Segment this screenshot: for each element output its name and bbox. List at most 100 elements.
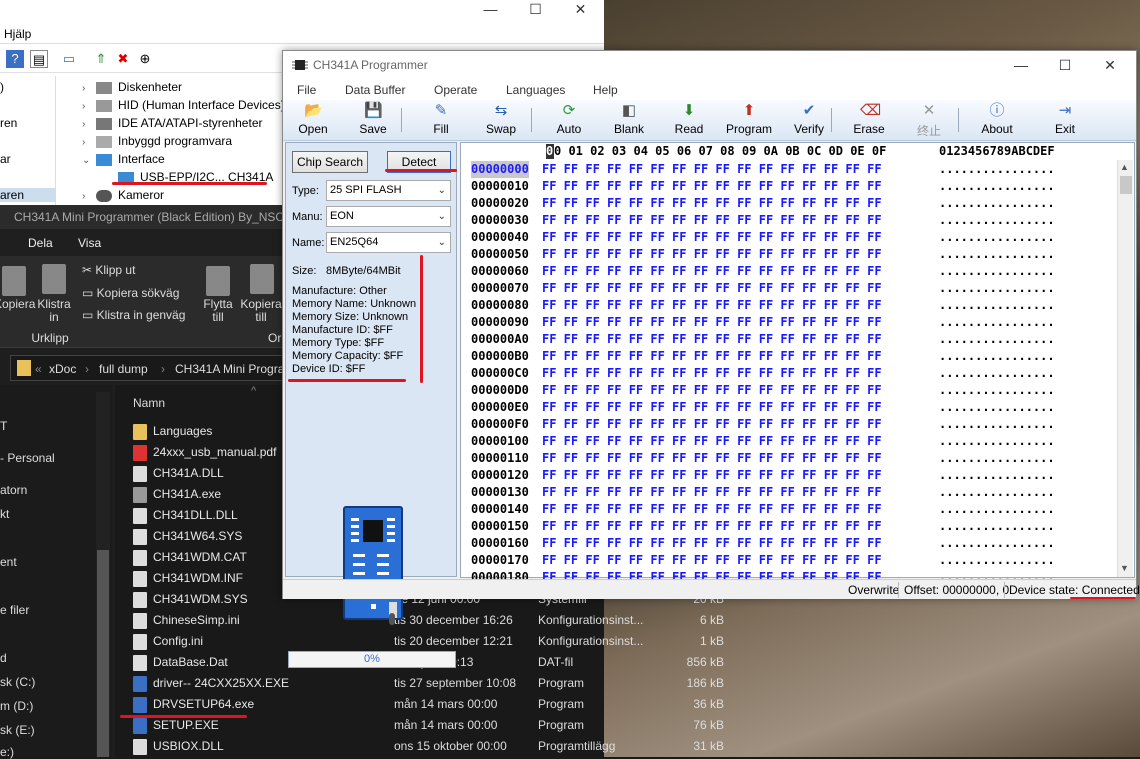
file-row[interactable]: CH341WDM.CAT [133,547,247,568]
menu-operate[interactable]: Operate [434,83,477,97]
maximize-icon[interactable]: ☐ [1043,55,1087,75]
hex-ascii[interactable]: ................ [939,331,1055,348]
menu-file[interactable]: File [297,83,316,97]
hex-bytes[interactable]: FF FF FF FF FF FF FF FF FF FF FF FF FF F… [542,433,882,450]
auto-button[interactable]: ⟳ Auto [542,100,596,140]
tree-item[interactable]: › Diskenheter [82,78,182,96]
file-row[interactable]: CH341DLL.DLL [133,505,238,526]
column-header-name[interactable]: Namn [133,396,165,410]
close-icon[interactable]: ✕ [1088,55,1132,75]
hex-ascii[interactable]: ................ [939,484,1055,501]
hex-ascii[interactable]: ................ [939,280,1055,297]
tree-item[interactable]: › IDE ATA/ATAPI-styrenheter [82,114,263,132]
swap-button[interactable]: ⇆ Swap [474,100,528,140]
nav-item[interactable]: d [0,651,7,665]
file-row[interactable]: Languages [133,421,212,442]
cut-button[interactable]: ✂ Klipp ut [82,264,135,277]
blank-button[interactable]: ◧ Blank [602,100,656,140]
nav-item[interactable]: sk (E:) [0,723,35,737]
menu-languages[interactable]: Languages [506,83,565,97]
hex-ascii[interactable]: ................ [939,450,1055,467]
tab-dela[interactable]: Dela [28,236,53,250]
open-button[interactable]: 📂 Open [286,100,340,140]
hex-ascii[interactable]: ................ [939,433,1055,450]
hex-ascii[interactable]: ................ [939,365,1055,382]
maximize-icon[interactable]: ☐ [513,0,558,18]
file-row[interactable]: DRVSETUP64.exe [133,694,254,715]
nav-item[interactable]: T [0,419,7,433]
hex-ascii[interactable]: ................ [939,212,1055,229]
exit-button[interactable]: ⇥ Exit [1038,100,1092,140]
program-button[interactable]: ⬆ Program [722,100,776,140]
socket-lever[interactable] [389,613,395,625]
hex-ascii[interactable]: ................ [939,535,1055,552]
nav-item[interactable]: ent [0,555,17,569]
hex-scrollbar[interactable]: ▲ ▼ [1117,160,1133,577]
hex-bytes[interactable]: FF FF FF FF FF FF FF FF FF FF FF FF FF F… [542,416,882,433]
hex-bytes[interactable]: FF FF FF FF FF FF FF FF FF FF FF FF FF F… [542,331,882,348]
paste-shortcut-button[interactable]: ▭ Klistra in genväg [82,309,185,322]
hex-ascii[interactable]: ................ [939,348,1055,365]
help-icon[interactable]: ? [6,50,24,68]
fill-button[interactable]: ✎ Fill [414,100,468,140]
file-row[interactable]: 24xxx_usb_manual.pdf [133,442,276,463]
file-row[interactable]: CH341W64.SYS [133,526,242,547]
file-row[interactable]: driver-- 24CXX25XX.EXE [133,673,289,694]
hex-bytes[interactable]: FF FF FF FF FF FF FF FF FF FF FF FF FF F… [542,518,882,535]
file-row[interactable]: SETUP.EXE [133,715,219,736]
hex-bytes[interactable]: FF FF FF FF FF FF FF FF FF FF FF FF FF F… [542,501,882,518]
manu-select[interactable]: EON ⌄ [326,206,451,227]
minimize-icon[interactable]: — [999,55,1043,75]
hex-bytes[interactable]: FF FF FF FF FF FF FF FF FF FF FF FF FF F… [542,484,882,501]
download-icon[interactable]: ⊕ [136,50,154,68]
breadcrumb-item[interactable]: full dump [99,362,148,376]
hex-bytes[interactable]: FF FF FF FF FF FF FF FF FF FF FF FF FF F… [542,450,882,467]
save-button[interactable]: 💾 Save [346,100,400,140]
hex-bytes[interactable]: FF FF FF FF FF FF FF FF FF FF FF FF FF F… [542,263,882,280]
hex-bytes[interactable]: FF FF FF FF FF FF FF FF FF FF FF FF FF F… [542,161,882,178]
file-row[interactable]: ChineseSimp.ini [133,610,240,631]
hex-bytes[interactable]: FF FF FF FF FF FF FF FF FF FF FF FF FF F… [542,552,882,569]
hex-ascii[interactable]: ................ [939,246,1055,263]
hex-bytes[interactable]: FF FF FF FF FF FF FF FF FF FF FF FF FF F… [542,314,882,331]
hex-ascii[interactable]: ................ [939,501,1055,518]
nav-item[interactable]: atorn [0,483,27,497]
breadcrumb-item[interactable]: xDoc [49,362,76,376]
tree-item[interactable]: › Inbyggd programvara [82,132,232,150]
hex-bytes[interactable]: FF FF FF FF FF FF FF FF FF FF FF FF FF F… [542,229,882,246]
hex-bytes[interactable]: FF FF FF FF FF FF FF FF FF FF FF FF FF F… [542,178,882,195]
menu-help[interactable]: Help [593,83,618,97]
hex-ascii[interactable]: ................ [939,178,1055,195]
address-bar[interactable]: « xDoc › full dump › CH341A Mini Progra [10,355,292,381]
hex-bytes[interactable]: FF FF FF FF FF FF FF FF FF FF FF FF FF F… [542,297,882,314]
file-row[interactable]: USBIOX.DLL [133,736,224,757]
nav-item[interactable]: - Personal [0,451,55,465]
about-button[interactable]: ⓘ About [970,100,1024,140]
hex-bytes[interactable]: FF FF FF FF FF FF FF FF FF FF FF FF FF F… [542,348,882,365]
copy-to-button[interactable]: Kopiera till [240,298,282,324]
paste-button[interactable]: Klistra in [34,298,74,324]
scroll-up-icon[interactable]: ▲ [1120,162,1129,172]
hex-bytes[interactable]: FF FF FF FF FF FF FF FF FF FF FF FF FF F… [542,195,882,212]
stop-button[interactable]: ✕ 终止 [902,100,956,140]
hex-ascii[interactable]: ................ [939,518,1055,535]
name-select[interactable]: EN25Q64 ⌄ [326,232,451,253]
tree-item[interactable]: ⌄ Interface [82,150,165,168]
hex-ascii[interactable]: ................ [939,161,1055,178]
menu-data-buffer[interactable]: Data Buffer [345,83,405,97]
hex-scrollbar-thumb[interactable] [1120,176,1132,194]
hex-bytes[interactable]: FF FF FF FF FF FF FF FF FF FF FF FF FF F… [542,535,882,552]
hex-ascii[interactable]: ................ [939,314,1055,331]
properties-icon[interactable]: ▤ [30,50,48,68]
breadcrumb-item[interactable]: CH341A Mini Progra [175,362,284,376]
nav-scrollbar-thumb[interactable] [97,550,109,757]
nav-item[interactable]: sk (C:) [0,675,35,689]
hex-bytes[interactable]: FF FF FF FF FF FF FF FF FF FF FF FF FF F… [542,382,882,399]
hex-bytes[interactable]: FF FF FF FF FF FF FF FF FF FF FF FF FF F… [542,399,882,416]
tab-visa[interactable]: Visa [78,236,101,250]
hex-ascii[interactable]: ................ [939,416,1055,433]
hex-ascii[interactable]: ................ [939,229,1055,246]
tree-item[interactable]: › HID (Human Interface Devices) [82,96,285,114]
tree-item[interactable]: › Kameror [82,186,164,204]
hex-ascii[interactable]: ................ [939,382,1055,399]
